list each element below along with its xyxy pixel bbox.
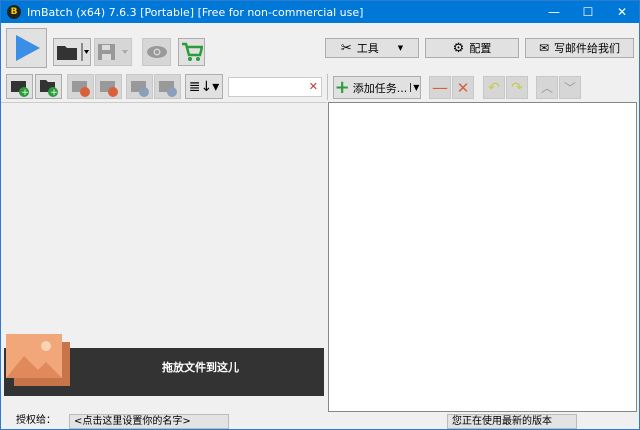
play-icon xyxy=(15,35,40,61)
run-button[interactable] xyxy=(6,28,47,68)
svg-text:+: + xyxy=(50,88,58,97)
close-button[interactable]: ✕ xyxy=(605,1,639,23)
buy-button[interactable] xyxy=(178,38,205,66)
redo-icon: ↷ xyxy=(511,79,523,96)
search-input[interactable]: ✕ xyxy=(228,77,322,97)
drop-zone-label: 拖放文件到这儿 xyxy=(162,361,239,374)
chevron-down-icon: ﹀ xyxy=(563,81,576,95)
maximize-button[interactable]: ☐ xyxy=(571,1,605,23)
cart-icon xyxy=(181,42,203,61)
plus-icon: + xyxy=(334,77,350,98)
drop-zone[interactable]: 拖放文件到这儿 xyxy=(4,334,324,396)
remove-task-button[interactable]: — xyxy=(429,76,451,99)
clear-images-button[interactable] xyxy=(95,74,122,99)
save-button[interactable] xyxy=(94,38,132,66)
folder-open-icon xyxy=(57,43,89,61)
remove-image-button[interactable] xyxy=(67,74,94,99)
title-bar: B ImBatch (x64) 7.6.3 [Portable] [Free f… xyxy=(1,1,639,23)
config-button[interactable]: ⚙ 配置 xyxy=(425,38,519,58)
wrench-icon: ✂ xyxy=(340,40,352,56)
svg-text:+: + xyxy=(21,88,29,97)
chevron-down-icon: ▼ xyxy=(397,44,404,52)
config-label: 配置 xyxy=(469,42,492,55)
add-task-label: 添加任务... xyxy=(352,81,408,95)
email-button[interactable]: ✉ 写邮件给我们 xyxy=(525,38,634,58)
remove-image-icon xyxy=(71,80,90,97)
undo-icon: ↶ xyxy=(488,79,500,96)
image-info-icon xyxy=(130,80,149,97)
app-logo-icon: B xyxy=(7,5,21,19)
image-info-button[interactable] xyxy=(126,74,153,99)
license-name-field[interactable]: <点击这里设置你的名字> xyxy=(69,414,229,429)
task-list-panel[interactable] xyxy=(328,102,637,412)
preview-button[interactable] xyxy=(142,38,171,66)
sort-icon: ≣↓▾ xyxy=(188,78,220,95)
clear-tasks-button[interactable]: ✕ xyxy=(452,76,474,99)
image-details-button[interactable] xyxy=(154,74,181,99)
version-status[interactable]: 您正在使用最新的版本 xyxy=(447,414,577,429)
open-button[interactable] xyxy=(53,38,91,66)
chevron-down-icon: ▼ xyxy=(410,83,419,92)
add-folder-button[interactable]: + xyxy=(35,74,62,99)
save-icon xyxy=(98,44,128,60)
clear-search-icon[interactable]: ✕ xyxy=(309,80,318,93)
add-image-icon: + xyxy=(10,80,29,97)
email-label: 写邮件给我们 xyxy=(554,42,621,55)
tools-button[interactable]: ✂ 工具 ▼ xyxy=(325,38,419,58)
minimize-button[interactable]: — xyxy=(537,1,571,23)
chevron-up-icon: ︿ xyxy=(540,81,553,95)
clear-images-icon xyxy=(99,80,118,97)
x-icon: ✕ xyxy=(456,78,470,97)
add-images-button[interactable]: + xyxy=(6,74,33,99)
eye-icon xyxy=(146,46,167,58)
minus-icon: — xyxy=(432,78,448,97)
undo-button[interactable]: ↶ xyxy=(483,76,505,99)
move-up-button[interactable]: ︿ xyxy=(536,76,558,99)
image-placeholder-icon xyxy=(6,334,70,386)
move-down-button[interactable]: ﹀ xyxy=(559,76,581,99)
tools-label: 工具 xyxy=(356,42,379,55)
add-folder-icon: + xyxy=(39,79,58,97)
add-task-button[interactable]: + 添加任务... ▼ xyxy=(333,76,421,99)
gear-icon: ⚙ xyxy=(452,40,465,56)
sort-button[interactable]: ≣↓▾ xyxy=(185,74,223,99)
redo-button[interactable]: ↷ xyxy=(506,76,528,99)
window-title: ImBatch (x64) 7.6.3 [Portable] [Free for… xyxy=(27,5,364,19)
envelope-icon: ✉ xyxy=(538,41,550,55)
license-label: 授权给： xyxy=(16,415,56,426)
image-details-icon xyxy=(158,80,177,97)
